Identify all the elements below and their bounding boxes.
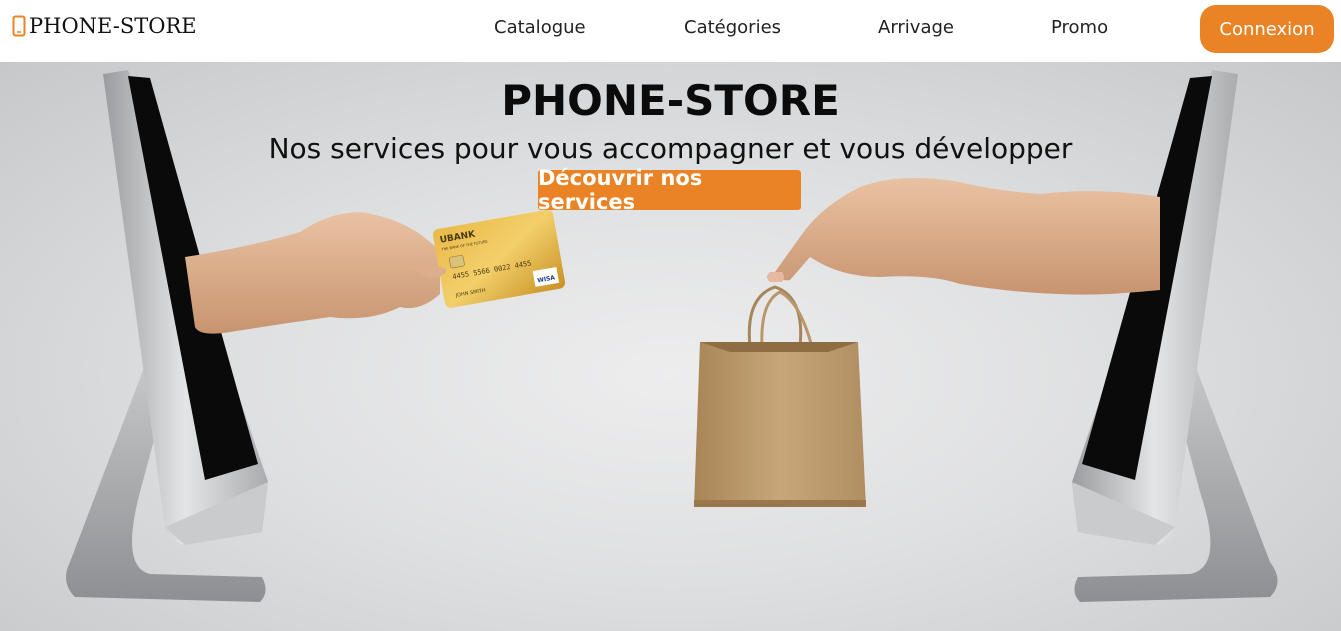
discover-services-button[interactable]: Découvrir nos services: [538, 166, 801, 214]
brand-name: PHONE-STORE: [29, 14, 197, 38]
nav-link-catalogue[interactable]: Catalogue: [494, 17, 586, 38]
hero-subtitle: Nos services pour vous accompagner et vo…: [268, 132, 1073, 165]
brand-logo[interactable]: PHONE-STORE: [12, 14, 197, 38]
phone-icon: [12, 15, 26, 37]
nav-link-arrivage[interactable]: Arrivage: [878, 17, 954, 38]
login-button[interactable]: Connexion: [1200, 5, 1334, 53]
hero-title: PHONE-STORE: [501, 76, 840, 125]
credit-card-icon: UBANK THE BANK OF THE FUTURE 4455 5566 0…: [432, 209, 566, 308]
nav-link-categories[interactable]: Catégories: [684, 17, 781, 38]
left-hand-with-card: UBANK THE BANK OF THE FUTURE 4455 5566 0…: [185, 209, 566, 334]
shopping-bag-icon: [694, 285, 866, 507]
nav-link-promo[interactable]: Promo: [1051, 17, 1108, 38]
hero-banner: UBANK THE BANK OF THE FUTURE 4455 5566 0…: [0, 62, 1341, 631]
top-navbar: PHONE-STORE Catalogue Catégories Arrivag…: [0, 0, 1341, 62]
